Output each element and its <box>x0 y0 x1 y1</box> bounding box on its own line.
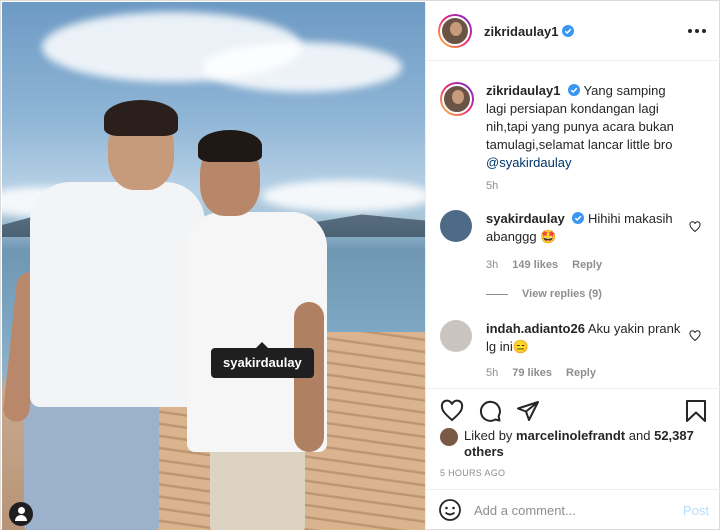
caption-username[interactable]: zikridaulay1 <box>486 83 560 98</box>
post-side-panel: zikridaulay1 zikridaulay1 Yang samping l… <box>425 2 720 530</box>
more-options-icon[interactable] <box>688 29 706 33</box>
paper-plane-icon[interactable] <box>516 399 540 423</box>
smiley-icon[interactable] <box>438 498 462 522</box>
caption-meta: 5h <box>486 180 498 192</box>
post-photo[interactable]: syakirdaulay <box>2 2 425 530</box>
verified-badge-icon <box>572 212 585 224</box>
photo-user-tag[interactable]: syakirdaulay <box>211 342 314 378</box>
comment-input[interactable] <box>474 502 674 518</box>
person-right-hair <box>198 130 262 162</box>
post-button[interactable]: Post <box>683 503 709 518</box>
person-left-shirt <box>30 182 205 407</box>
caption-time[interactable]: 5h <box>486 180 498 192</box>
avatar[interactable] <box>440 428 458 446</box>
caption-avatar[interactable] <box>440 82 474 116</box>
verified-badge-icon <box>568 84 581 96</box>
add-comment-bar: Post <box>426 489 720 530</box>
comment-likes[interactable]: 79 likes <box>512 367 552 379</box>
post-modal: syakirdaulay zikridaulay1 zikridaulay1 Y… <box>0 0 720 530</box>
person-right-legs <box>210 442 305 530</box>
reply-button[interactable]: Reply <box>572 259 602 271</box>
comment-time[interactable]: 5h <box>486 367 498 379</box>
comment-meta: 3h 149 likes Reply <box>486 259 602 271</box>
avatar[interactable] <box>438 14 472 48</box>
post-username[interactable]: zikridaulay1 <box>484 24 558 39</box>
comment-meta: 5h 79 likes Reply <box>486 367 596 379</box>
comment-item: indah.adianto26 Aku yakin prank lg ini😑 <box>440 320 710 356</box>
caption: zikridaulay1 Yang samping lagi persiapan… <box>440 82 710 172</box>
heart-icon[interactable] <box>440 399 464 423</box>
verified-badge-icon <box>562 25 575 37</box>
person-left-legs <box>24 392 159 530</box>
cloud <box>262 180 425 212</box>
post-header: zikridaulay1 <box>426 2 720 61</box>
comment-likes[interactable]: 149 likes <box>512 259 558 271</box>
reply-button[interactable]: Reply <box>566 367 596 379</box>
comment-bubble-icon[interactable] <box>478 399 502 423</box>
bookmark-icon[interactable] <box>685 399 707 423</box>
comments-list: zikridaulay1 Yang samping lagi persiapan… <box>426 62 720 388</box>
heart-icon[interactable] <box>689 330 701 342</box>
comment-item: syakirdaulay Hihihi makasih abanggg 🤩 <box>440 210 710 246</box>
cloud <box>202 42 402 92</box>
liked-by-user[interactable]: marcelinolefrandt <box>516 428 625 443</box>
comment-username[interactable]: indah.adianto26 <box>486 321 585 336</box>
avatar[interactable] <box>440 210 472 242</box>
comment-username[interactable]: syakirdaulay <box>486 211 565 226</box>
avatar[interactable] <box>440 320 472 352</box>
liked-by: Liked by marcelinolefrandt and 52,387 ot… <box>440 428 710 460</box>
action-bar <box>426 388 720 432</box>
liked-by-prefix: Liked by <box>464 428 513 443</box>
comment-time[interactable]: 3h <box>486 259 498 271</box>
post-timestamp[interactable]: 5 HOURS AGO <box>440 468 505 478</box>
liked-by-and: and <box>628 428 651 443</box>
caption-mention-link[interactable]: @syakirdaulay <box>486 155 571 170</box>
heart-icon[interactable] <box>689 221 701 233</box>
view-replies-button[interactable]: View replies (9) <box>486 288 602 300</box>
user-tag-icon[interactable] <box>9 502 33 526</box>
person-left-hair <box>104 100 178 136</box>
